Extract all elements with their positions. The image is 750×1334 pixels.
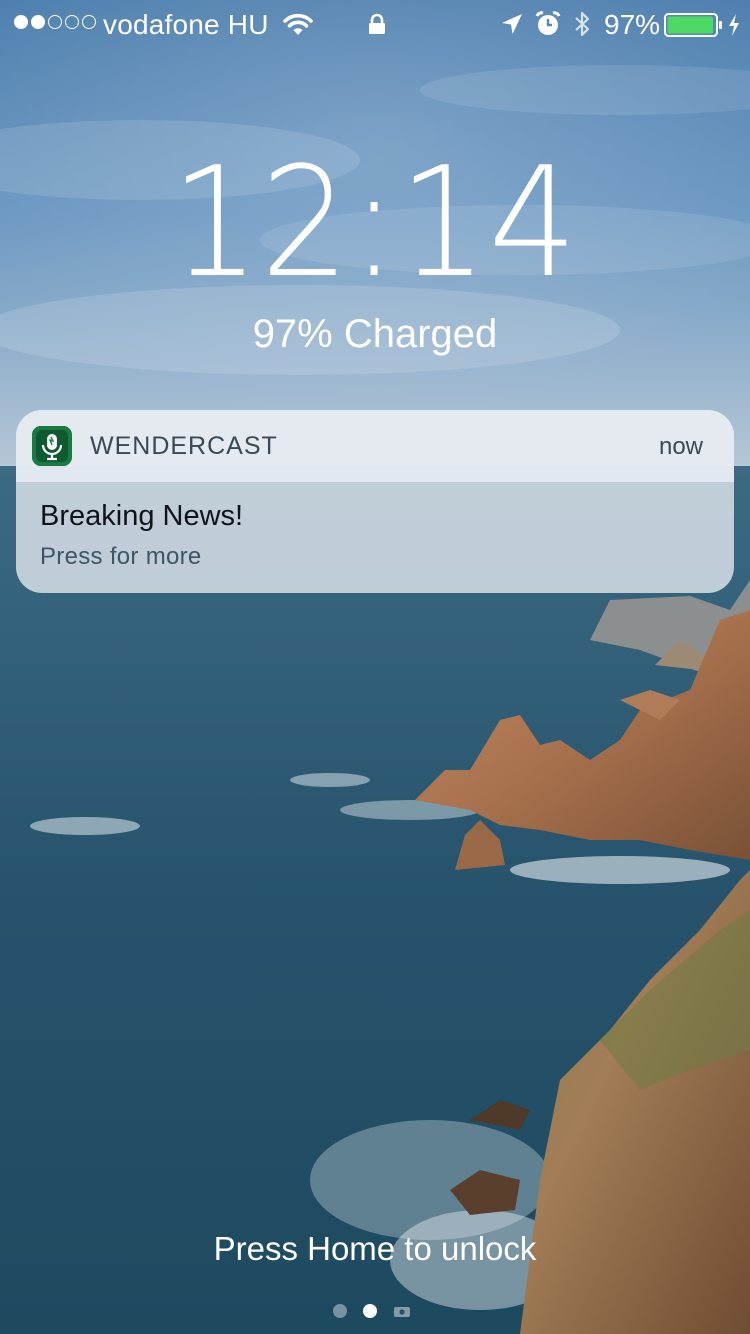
camera-icon xyxy=(394,1307,410,1317)
bluetooth-icon xyxy=(575,11,590,37)
signal-dot xyxy=(65,15,79,29)
status-bar: vodafone HU 97% xyxy=(0,0,750,48)
battery-percentage: 97% xyxy=(604,9,661,40)
signal-dot xyxy=(14,15,28,29)
microphone-icon xyxy=(32,426,72,466)
wifi-icon xyxy=(283,13,313,35)
signal-dot xyxy=(82,15,96,29)
page-dot[interactable] xyxy=(363,1304,377,1318)
battery-icon xyxy=(664,13,722,37)
signal-dot xyxy=(31,15,45,29)
notification-card[interactable]: WENDERCAST now Breaking News! Press for … xyxy=(16,410,734,593)
location-arrow-icon xyxy=(502,14,522,34)
carrier-name: vodafone HU xyxy=(103,9,269,40)
notification-header: WENDERCAST now xyxy=(16,410,734,482)
unlock-hint: Press Home to unlock xyxy=(213,1230,537,1267)
notification-title: Breaking News! xyxy=(40,500,244,532)
cellular-signal-icon xyxy=(14,15,96,29)
alarm-clock-icon xyxy=(535,11,561,35)
page-dot[interactable] xyxy=(333,1304,347,1318)
lock-screen-time: 12:14 xyxy=(171,134,579,311)
notification-time: now xyxy=(658,433,703,460)
notification-subtitle: Press for more xyxy=(40,543,202,570)
charge-status: 97% Charged xyxy=(252,312,498,356)
signal-dot xyxy=(48,15,62,29)
page-indicator[interactable] xyxy=(333,1304,411,1318)
charging-bolt-icon xyxy=(729,14,739,36)
lock-icon xyxy=(369,13,385,34)
notification-app-name: WENDERCAST xyxy=(90,432,278,460)
